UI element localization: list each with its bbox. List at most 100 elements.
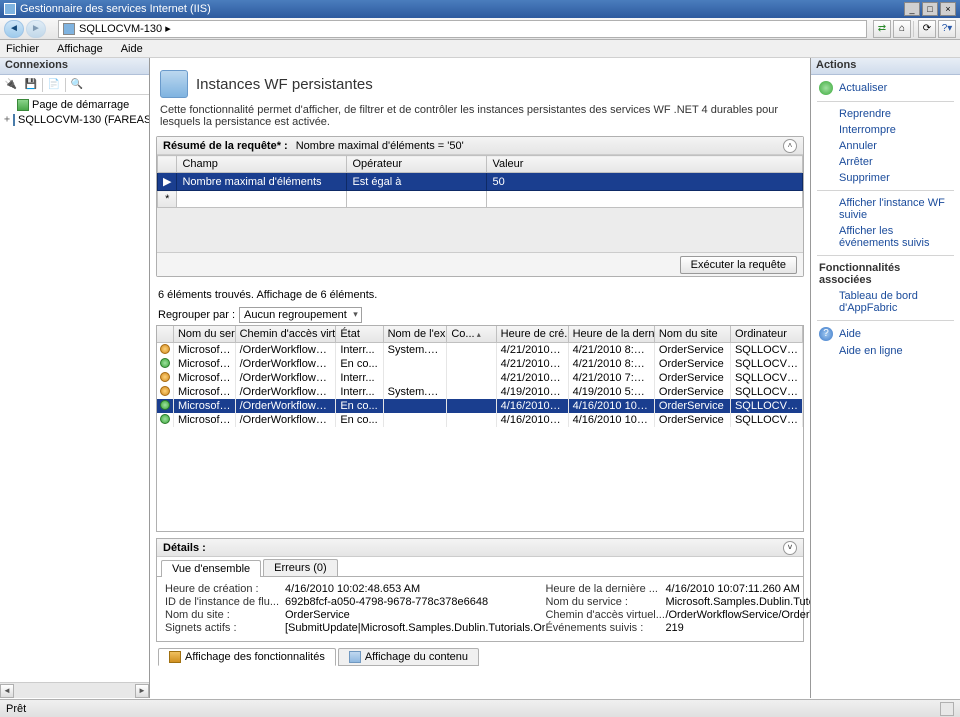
menu-display[interactable]: Affichage	[57, 43, 103, 55]
conn-h-scrollbar[interactable]: ◄ ►	[0, 682, 149, 698]
nav-forward-button[interactable]: ►	[26, 20, 46, 38]
tab-features-view[interactable]: Affichage des fonctionnalités	[158, 648, 336, 666]
tree-start-page[interactable]: Page de démarrage	[0, 97, 149, 112]
title-bar: Gestionnaire des services Internet (IIS)…	[0, 0, 960, 18]
nav-back-button[interactable]: ◄	[4, 20, 24, 38]
cell-updated: 4/19/2010 5:10:2...	[568, 385, 654, 399]
table-row[interactable]: Microsoft.S.../OrderWorkflowSe...Interr.…	[157, 371, 803, 385]
scroll-left-button[interactable]: ◄	[0, 684, 14, 698]
conn-up-button[interactable]: 📄	[45, 77, 63, 93]
window-title: Gestionnaire des services Internet (IIS)	[20, 3, 211, 15]
col-exception[interactable]: Nom de l'ex...	[383, 326, 447, 343]
server-node-icon	[13, 114, 15, 126]
minimize-button[interactable]: _	[904, 2, 920, 16]
cell-state: Interr...	[336, 385, 383, 399]
table-row[interactable]: Microsoft.S.../OrderWorkflowSe...En co..…	[157, 357, 803, 371]
d-svc-v: Microsoft.Samples.Dublin.Tutorials.Order…	[665, 596, 810, 608]
table-row[interactable]: Microsoft.S.../OrderWorkflowSe...En co..…	[157, 399, 803, 413]
summary-col-value[interactable]: Valeur	[487, 156, 803, 173]
address-bar[interactable]: SQLLOCVM-130 ▸	[58, 20, 867, 38]
details-collapse-button[interactable]: ˅	[783, 541, 797, 555]
table-row[interactable]: Microsoft.S.../OrderWorkflowSe...Interr.…	[157, 343, 803, 358]
summary-row-new[interactable]: *	[158, 191, 803, 208]
action-refresh[interactable]: Actualiser	[813, 79, 958, 97]
action-stop[interactable]: Arrêter	[813, 154, 958, 170]
cell-created: 4/21/2010 7:...	[496, 357, 568, 371]
conn-save-button[interactable]: 💾	[22, 77, 40, 93]
col-computer[interactable]: Ordinateur	[730, 326, 802, 343]
cell-site: OrderService	[654, 371, 730, 385]
cell-path: /OrderWorkflowSe...	[235, 385, 336, 399]
summary-row-selected[interactable]: ▶ Nombre maximal d'éléments Est égal à 5…	[158, 173, 803, 191]
cell-path: /OrderWorkflowSe...	[235, 413, 336, 427]
cell-exception	[383, 371, 447, 385]
col-site[interactable]: Nom du site	[654, 326, 730, 343]
action-delete[interactable]: Supprimer	[813, 170, 958, 186]
blank-icon	[4, 99, 14, 110]
instances-grid-box: Nom du ser... Chemin d'accès virt... Éta…	[156, 325, 804, 532]
d-id-v: 692b8fcf-a050-4798-9678-778c378e6648	[285, 596, 545, 608]
tab-errors[interactable]: Erreurs (0)	[263, 559, 338, 576]
action-show-tracked-instance[interactable]: Afficher l'instance WF suivie	[813, 195, 958, 223]
close-button[interactable]: ×	[940, 2, 956, 16]
col-state[interactable]: État	[336, 326, 383, 343]
col-icon[interactable]	[157, 326, 173, 343]
action-online-help[interactable]: Aide en ligne	[813, 343, 958, 359]
maximize-button[interactable]: □	[922, 2, 938, 16]
action-help[interactable]: ?Aide	[813, 325, 958, 343]
conn-connect-button[interactable]: 🔌	[2, 77, 20, 93]
cell-state: Interr...	[336, 343, 383, 358]
cell-state: En co...	[336, 413, 383, 427]
cell-path: /OrderWorkflowSe...	[235, 343, 336, 358]
help-icon: ?	[819, 327, 833, 341]
cell-computer: SQLLOCVM...	[730, 371, 802, 385]
cell-updated: 4/16/2010 10:07:...	[568, 399, 654, 413]
d-svc-l: Nom du service :	[545, 596, 665, 608]
d-vp-v: /OrderWorkflowService/OrderWorkflow.xaml…	[665, 609, 810, 621]
cell-exception	[383, 357, 447, 371]
summary-collapse-button[interactable]: ˄	[783, 139, 797, 153]
row-status-icon	[157, 399, 173, 413]
action-cancel[interactable]: Annuler	[813, 138, 958, 154]
conn-refresh-button[interactable]: 🔍	[68, 77, 86, 93]
nav-home-button[interactable]: ⌂	[893, 20, 911, 38]
table-row[interactable]: Microsoft.S.../OrderWorkflowSe...En co..…	[157, 413, 803, 427]
tree-server-node[interactable]: + SQLLOCVM-130 (FAREAST\wssb	[0, 112, 149, 127]
nav-stop-button[interactable]: ⟳	[918, 20, 936, 38]
col-path[interactable]: Chemin d'accès virt...	[235, 326, 336, 343]
summary-col-operator[interactable]: Opérateur	[347, 156, 487, 173]
nav-help-button[interactable]: ?▾	[938, 20, 956, 38]
table-row[interactable]: Microsoft.S.../OrderWorkflowSe...Interr.…	[157, 385, 803, 399]
content-view-icon	[349, 651, 361, 663]
execute-query-button[interactable]: Exécuter la requête	[680, 256, 797, 274]
actions-panel: Actions Actualiser Reprendre Interrompre…	[810, 58, 960, 698]
action-features-heading: Fonctionnalités associées	[813, 260, 958, 288]
menu-file[interactable]: Fichier	[6, 43, 39, 55]
col-co[interactable]: Co...	[447, 326, 496, 343]
scroll-right-button[interactable]: ►	[135, 684, 149, 698]
action-show-tracked-events[interactable]: Afficher les événements suivis	[813, 223, 958, 251]
menu-help[interactable]: Aide	[121, 43, 143, 55]
cell-state: Interr...	[336, 371, 383, 385]
d-site-l: Nom du site :	[165, 609, 285, 621]
page-title-icon	[160, 70, 188, 98]
cell-updated: 4/21/2010 8:02:5...	[568, 343, 654, 358]
summary-col-field[interactable]: Champ	[177, 156, 347, 173]
col-service[interactable]: Nom du ser...	[173, 326, 235, 343]
cell-site: OrderService	[654, 399, 730, 413]
col-updated[interactable]: Heure de la derni...	[568, 326, 654, 343]
actions-header: Actions	[811, 58, 960, 75]
tab-content-view[interactable]: Affichage du contenu	[338, 648, 479, 666]
action-appfabric-dashboard[interactable]: Tableau de bord d'AppFabric	[813, 288, 958, 316]
nav-bar: ◄ ► SQLLOCVM-130 ▸ ⇄ ⌂ ⟳ ?▾	[0, 18, 960, 40]
cell-computer: SQLLOCVM...	[730, 343, 802, 358]
col-created[interactable]: Heure de cré...	[496, 326, 568, 343]
action-interrupt[interactable]: Interrompre	[813, 122, 958, 138]
status-text: Prêt	[6, 703, 26, 715]
tab-overview[interactable]: Vue d'ensemble	[161, 560, 261, 577]
nav-go-button[interactable]: ⇄	[873, 20, 891, 38]
group-by-combo[interactable]: Aucun regroupement	[239, 307, 362, 323]
query-summary-grid: Champ Opérateur Valeur ▶ Nombre maximal …	[157, 155, 803, 208]
tree-start-label: Page de démarrage	[32, 99, 129, 111]
expand-icon[interactable]: +	[4, 114, 10, 125]
